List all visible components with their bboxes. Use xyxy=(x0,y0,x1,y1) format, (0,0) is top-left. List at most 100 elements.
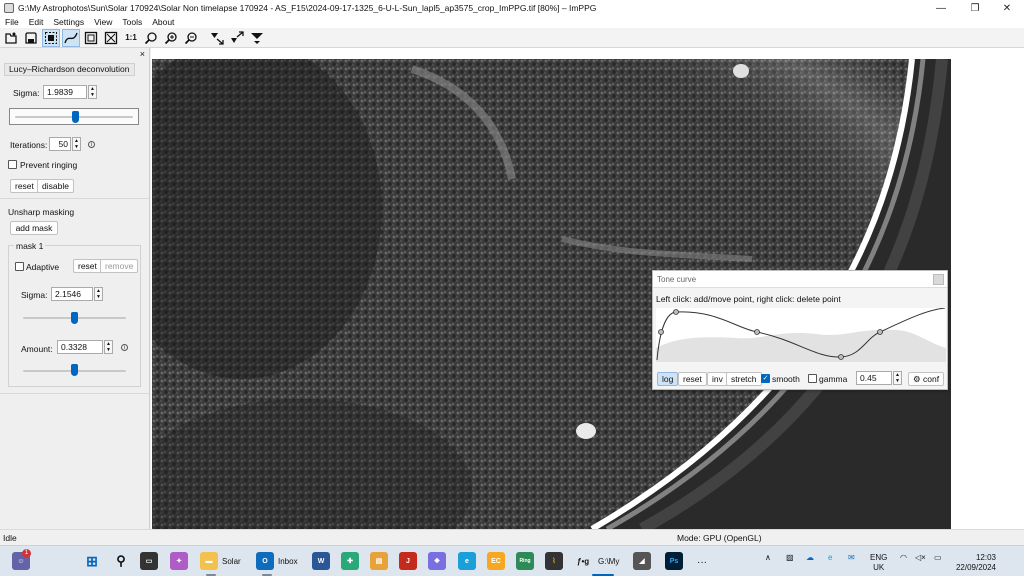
log-toggle-button[interactable]: log xyxy=(657,372,679,386)
lr-disable-button[interactable]: disable xyxy=(37,179,74,193)
tray-outlook-icon[interactable]: ✉ xyxy=(848,553,855,563)
search-icon[interactable]: ⚲ xyxy=(112,552,130,570)
battery-icon[interactable]: ▭ xyxy=(934,553,942,563)
curve-reset-button[interactable]: reset xyxy=(678,372,707,386)
minimize-button[interactable]: — xyxy=(924,0,958,16)
wifi-icon[interactable]: ◠ xyxy=(900,553,907,563)
volume-muted-icon[interactable]: ◁× xyxy=(915,553,926,563)
conf-button[interactable]: ⚙ conf xyxy=(908,372,945,386)
mask-1-title: mask 1 xyxy=(14,241,46,251)
ringstar-icon[interactable]: Ring xyxy=(516,552,534,570)
menu-file[interactable]: File xyxy=(0,16,24,28)
unsharp-masking-title: Unsharp masking xyxy=(8,207,75,217)
menu-about[interactable]: About xyxy=(147,16,179,28)
mask-reset-button[interactable]: reset xyxy=(73,259,102,273)
gear-icon: ⚙ xyxy=(913,374,921,384)
title-bar: G:\My Astrophotos\Sun\Solar 170924\Solar… xyxy=(0,0,1024,16)
lr-reset-button[interactable]: reset xyxy=(10,179,39,193)
settings-app-icon[interactable]: ❖ xyxy=(428,552,446,570)
iterations-input[interactable]: 50 xyxy=(49,137,71,151)
task-view-icon[interactable]: ▭ xyxy=(140,552,158,570)
word-icon[interactable]: W xyxy=(312,552,330,570)
amount-info-icon[interactable]: i xyxy=(121,344,128,351)
ec-app-icon[interactable]: EC xyxy=(487,552,505,570)
iterations-info-icon[interactable]: i xyxy=(88,141,95,148)
notification-badge: 1 xyxy=(22,549,31,558)
file-explorer-icon[interactable]: ▬ xyxy=(200,552,218,570)
tone-curve-close-icon[interactable] xyxy=(933,274,944,285)
close-window-button[interactable]: ✕ xyxy=(990,0,1024,16)
prevent-ringing-checkbox[interactable] xyxy=(8,160,17,169)
outlook-icon[interactable]: O xyxy=(256,552,274,570)
tone-curve-editor[interactable] xyxy=(656,307,946,362)
tray-chevron-icon[interactable]: ∧ xyxy=(765,553,771,563)
start-icon[interactable]: ⊞ xyxy=(83,552,101,570)
amount-stepper[interactable]: ▲ ▼ xyxy=(104,340,113,354)
sharpcap-icon[interactable]: ⌇ xyxy=(545,552,563,570)
panel-close-icon[interactable]: × xyxy=(140,49,145,59)
align-icon[interactable] xyxy=(208,29,226,47)
add-mask-button[interactable]: add mask xyxy=(10,221,58,235)
fit-image-icon[interactable] xyxy=(102,29,120,47)
um-sigma-input[interactable]: 2.1546 xyxy=(51,287,93,301)
conf-label: conf xyxy=(923,374,940,384)
curve-point xyxy=(754,329,760,335)
zoom-in-icon[interactable] xyxy=(162,29,180,47)
fit-window-icon[interactable] xyxy=(82,29,100,47)
notes-icon[interactable]: ▤ xyxy=(370,552,388,570)
amount-input[interactable]: 0.3328 xyxy=(57,340,103,354)
curve-inv-button[interactable]: inv xyxy=(707,372,728,386)
um-sigma-slider-thumb[interactable] xyxy=(71,312,78,324)
tray-edge-icon[interactable]: e xyxy=(828,553,832,563)
lr-sigma-slider-thumb[interactable] xyxy=(72,111,79,123)
iterations-stepper[interactable]: ▲ ▼ xyxy=(72,137,81,151)
clock[interactable]: 12:03 22/09/2024 xyxy=(950,553,996,573)
curve-stretch-button[interactable]: stretch xyxy=(726,372,762,386)
process-icon[interactable] xyxy=(248,29,266,47)
copilot-icon[interactable]: ✦ xyxy=(170,552,188,570)
menu-settings[interactable]: Settings xyxy=(48,16,89,28)
taskbar-gmy-label[interactable]: G:\My xyxy=(598,557,619,566)
lr-sigma-input[interactable]: 1.9839 xyxy=(43,85,87,99)
zoom-icon[interactable] xyxy=(142,29,160,47)
language-indicator[interactable]: ENG UK xyxy=(870,553,887,573)
smooth-checkbox[interactable]: ✓ xyxy=(761,374,770,383)
actual-size-button[interactable]: 1:1 xyxy=(122,29,140,47)
image-viewer-icon[interactable]: ◢ xyxy=(633,552,651,570)
app-grid-icon[interactable]: ✚ xyxy=(341,552,359,570)
window-title: G:\My Astrophotos\Sun\Solar 170924\Solar… xyxy=(18,3,597,13)
vpn-icon[interactable]: J xyxy=(399,552,417,570)
taskbar-solar-label[interactable]: Solar xyxy=(222,557,241,566)
taskbar-inbox-label[interactable]: Inbox xyxy=(278,557,298,566)
batch-icon[interactable] xyxy=(228,29,246,47)
menu-edit[interactable]: Edit xyxy=(24,16,49,28)
lr-sigma-slider[interactable] xyxy=(9,108,139,125)
more-apps-icon[interactable]: ··· xyxy=(697,557,707,568)
um-sigma-stepper[interactable]: ▲ ▼ xyxy=(94,287,103,301)
tone-curve-titlebar[interactable]: Tone curve xyxy=(653,271,947,288)
tone-curve-hint: Left click: add/move point, right click:… xyxy=(656,294,841,304)
adaptive-checkbox[interactable] xyxy=(15,262,24,271)
lang-code: ENG xyxy=(870,553,888,562)
amount-slider-thumb[interactable] xyxy=(71,364,78,376)
clock-date: 22/09/2024 xyxy=(955,563,996,572)
gamma-checkbox[interactable] xyxy=(808,374,817,383)
lr-sigma-stepper[interactable]: ▲ ▼ xyxy=(88,85,97,99)
tone-curve-icon[interactable] xyxy=(62,28,80,47)
tray-app-icon[interactable]: ▨ xyxy=(786,553,794,563)
save-file-icon[interactable] xyxy=(22,29,40,47)
select-area-icon[interactable] xyxy=(42,28,60,47)
taskbar-fg-label[interactable]: ƒ•g xyxy=(577,557,589,566)
gamma-input[interactable]: 0.45 xyxy=(856,371,892,385)
menu-tools[interactable]: Tools xyxy=(117,16,147,28)
status-bar: Idle Mode: GPU (OpenGL) xyxy=(0,529,1024,545)
gamma-stepper[interactable]: ▲ ▼ xyxy=(893,371,902,385)
edge-icon[interactable]: e xyxy=(458,552,476,570)
zoom-out-icon[interactable] xyxy=(182,29,200,47)
onedrive-icon[interactable]: ☁ xyxy=(806,553,814,563)
open-file-icon[interactable] xyxy=(2,29,20,47)
maximize-button[interactable]: ❐ xyxy=(958,0,992,16)
menu-view[interactable]: View xyxy=(89,16,117,28)
lucy-richardson-title: Lucy–Richardson deconvolution xyxy=(4,63,135,76)
photoshop-icon[interactable]: Ps xyxy=(665,552,683,570)
